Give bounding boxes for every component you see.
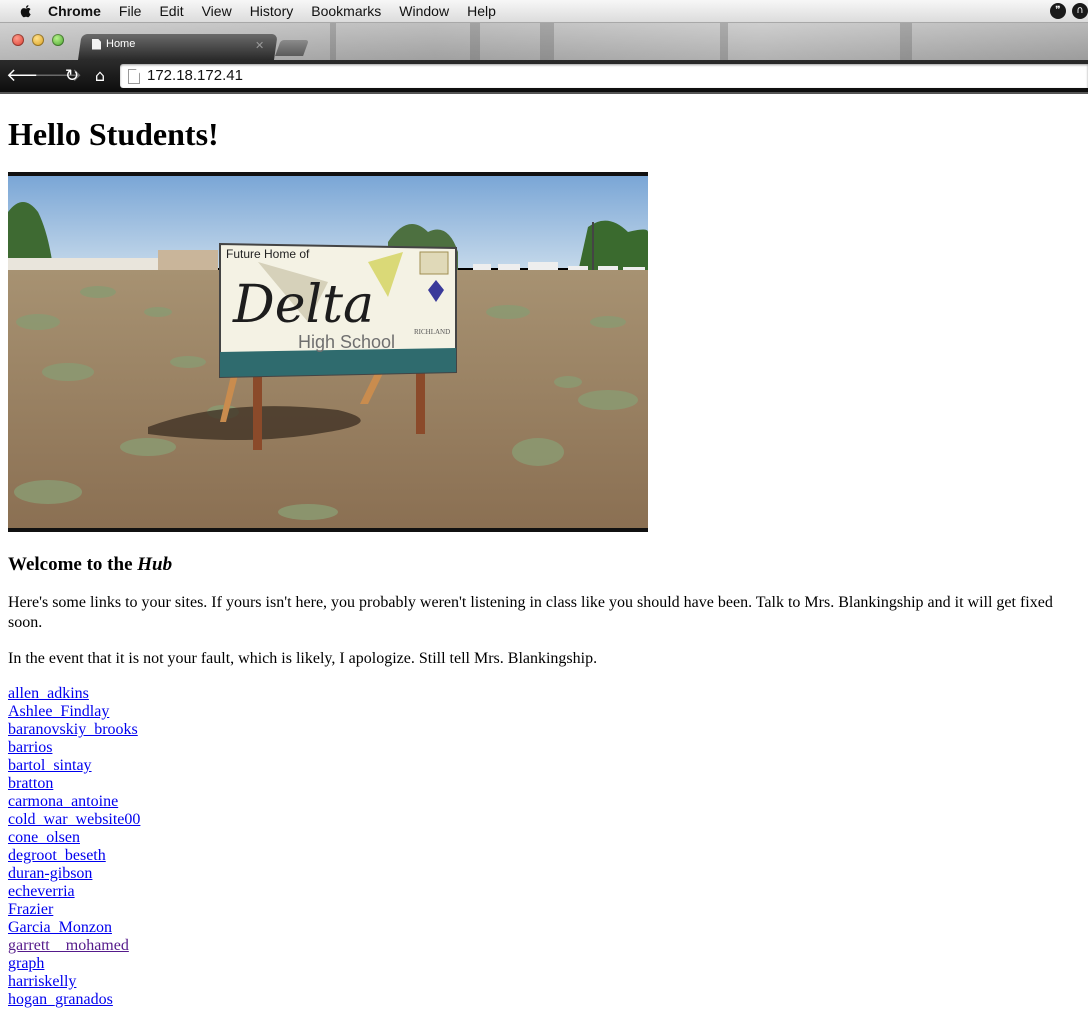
student-link[interactable]: harriskelly — [8, 973, 1084, 991]
menu-app-name[interactable]: Chrome — [48, 3, 101, 19]
student-link[interactable]: bratton — [8, 775, 1084, 793]
reload-icon[interactable]: ↻ — [62, 65, 82, 87]
theme-background — [720, 23, 728, 60]
tab-close-icon[interactable]: ✕ — [255, 39, 264, 52]
student-link[interactable]: cone_olsen — [8, 829, 1084, 847]
window-minimize-button[interactable] — [32, 34, 44, 46]
student-link[interactable]: garrett__mohamed — [8, 937, 1084, 955]
address-bar[interactable]: 172.18.172.41 — [120, 64, 1088, 88]
new-tab-button[interactable] — [275, 40, 309, 56]
theme-background — [900, 23, 912, 60]
student-link[interactable]: duran-gibson — [8, 865, 1084, 883]
student-link[interactable]: bartol_sintay — [8, 757, 1084, 775]
sign-logo-text: Delta — [232, 275, 374, 335]
apple-logo-icon[interactable] — [18, 3, 34, 19]
welcome-prefix: Welcome to the — [8, 554, 138, 575]
welcome-hub: Hub — [137, 554, 173, 575]
chat-status-icon[interactable]: ❞ — [1050, 3, 1066, 19]
menu-window[interactable]: Window — [399, 3, 449, 19]
back-arrow-icon[interactable]: 🡐 — [6, 65, 54, 87]
menu-history[interactable]: History — [250, 3, 294, 19]
forward-arrow-icon[interactable]: 🡒 — [34, 65, 82, 87]
home-icon[interactable]: ⌂ — [90, 65, 110, 87]
student-link[interactable]: hogan_granados — [8, 991, 1084, 1009]
menu-view[interactable]: View — [202, 3, 232, 19]
tab-title: Home — [106, 38, 136, 50]
sign-line-2: High School — [298, 332, 395, 352]
page-icon — [128, 69, 140, 84]
student-link[interactable]: graph — [8, 955, 1084, 973]
page-content: Hello Students! Future Home of Delta Hig… — [8, 94, 1084, 1009]
student-link[interactable]: allen_adkins — [8, 685, 1084, 703]
menu-bookmarks[interactable]: Bookmarks — [311, 3, 381, 19]
student-link[interactable]: echeverria — [8, 883, 1084, 901]
sign-line-1: Future Home of — [226, 247, 310, 261]
student-link[interactable]: Ashlee_Findlay — [8, 703, 1084, 721]
page-title: Hello Students! — [8, 116, 219, 152]
menu-file[interactable]: File — [119, 3, 142, 19]
student-links-list: allen_adkins Ashlee_Findlay baranovskiy_… — [8, 685, 1084, 1009]
student-link[interactable]: barrios — [8, 739, 1084, 757]
student-link[interactable]: Garcia_Monzon — [8, 919, 1084, 937]
theme-background — [330, 23, 336, 60]
theme-background — [470, 23, 480, 60]
menu-bar: Chrome File Edit View History Bookmarks … — [0, 0, 1088, 23]
page-icon — [92, 38, 101, 50]
address-url[interactable]: 172.18.172.41 — [147, 67, 243, 84]
window-zoom-button[interactable] — [52, 34, 64, 46]
student-link[interactable]: cold_war_website00 — [8, 811, 1084, 829]
student-link[interactable]: baranovskiy_brooks — [8, 721, 1084, 739]
window-close-button[interactable] — [12, 34, 24, 46]
tab-label-group[interactable]: Home — [92, 38, 135, 50]
welcome-heading: Welcome to the Hub — [8, 554, 1084, 576]
student-link[interactable]: degroot_beseth — [8, 847, 1084, 865]
headphones-icon[interactable]: ∩ — [1072, 3, 1088, 19]
menu-edit[interactable]: Edit — [159, 3, 183, 19]
status-tray: ❞ ∩ — [1050, 3, 1088, 19]
sign-side-text: RICHLAND — [414, 328, 450, 336]
intro-paragraph: Here's some links to your sites. If your… — [8, 594, 1053, 631]
student-link[interactable]: Frazier — [8, 901, 1084, 919]
tab-strip: Home ✕ — [0, 23, 1088, 60]
menu-help[interactable]: Help — [467, 3, 496, 19]
browser-toolbar: 🡐 🡒 ↻ ⌂ 172.18.172.41 — [0, 60, 1088, 94]
student-link[interactable]: carmona_antoine — [8, 793, 1084, 811]
theme-background — [540, 23, 554, 60]
apology-paragraph: In the event that it is not your fault, … — [8, 650, 598, 667]
school-sign-photo: Future Home of Delta High School RICHLAN… — [8, 172, 648, 532]
